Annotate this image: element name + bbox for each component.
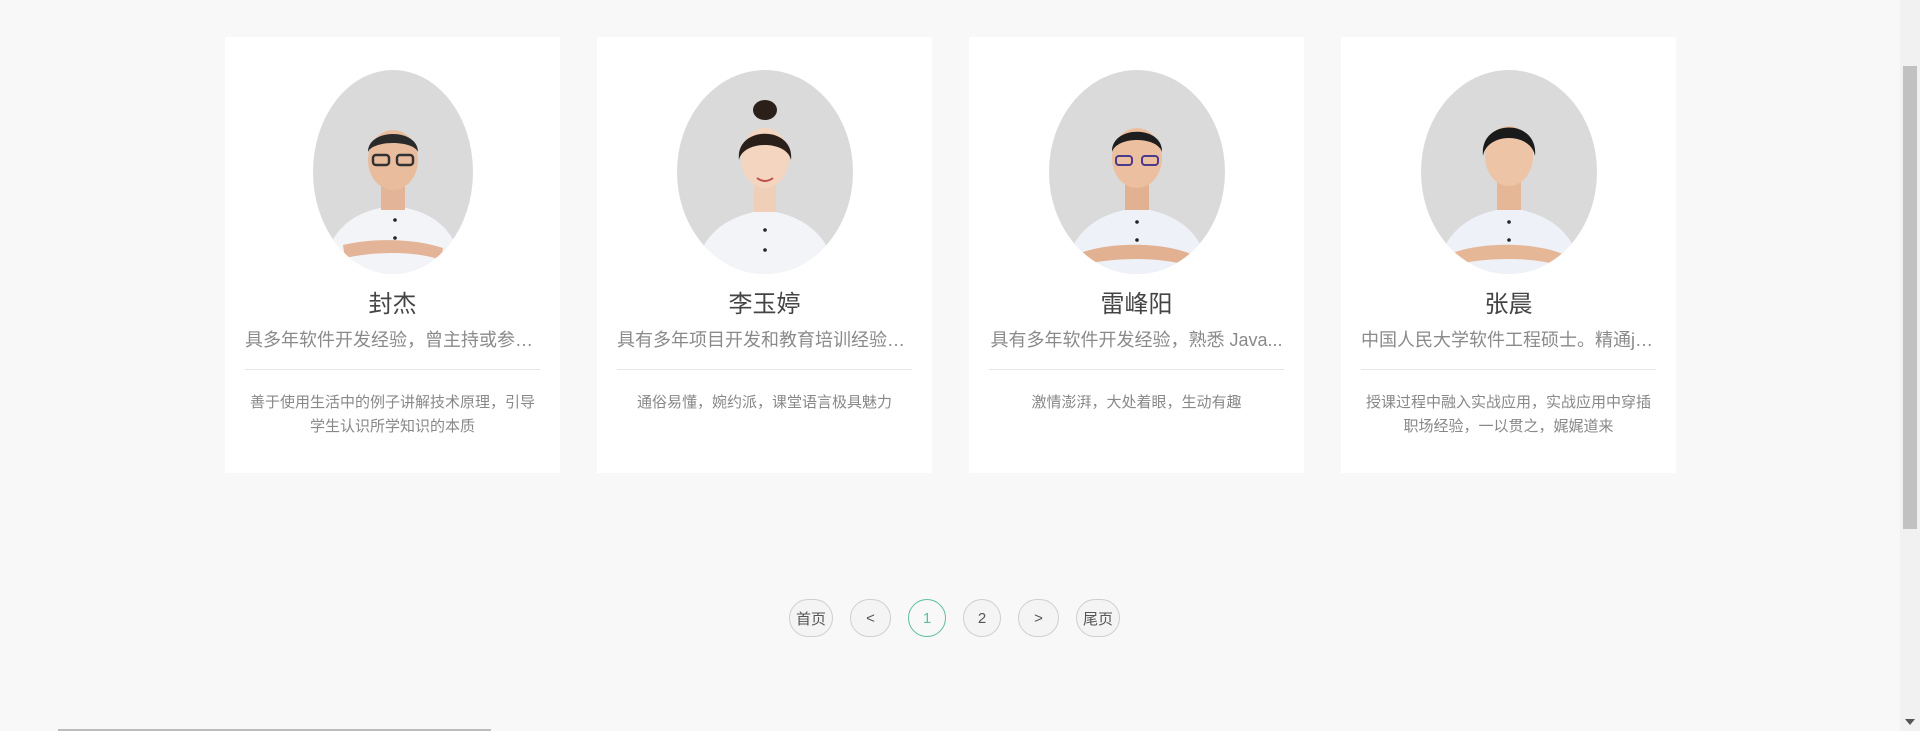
teacher-avatar xyxy=(1048,70,1225,274)
teacher-avatar xyxy=(312,70,473,274)
teacher-name: 李玉婷 xyxy=(728,291,801,318)
teacher-card[interactable]: 封杰 具多年软件开发经验，曾主持或参与... 善于使用生活中的例子讲解技术原理，… xyxy=(225,37,560,473)
teacher-name: 雷峰阳 xyxy=(1100,291,1173,318)
divider xyxy=(1361,369,1656,370)
scroll-down-arrow-icon[interactable] xyxy=(1905,719,1915,725)
divider xyxy=(617,369,912,370)
last-page-button[interactable]: 尾页 xyxy=(1076,599,1121,637)
teacher-title: 具有多年项目开发和教育培训经验，... xyxy=(617,330,912,350)
teacher-card[interactable]: 张晨 中国人民大学软件工程硕士。精通ja... 授课过程中融入实战应用，实战应用… xyxy=(1341,37,1676,473)
teacher-name: 封杰 xyxy=(368,291,417,318)
teacher-title: 具多年软件开发经验，曾主持或参与... xyxy=(245,330,540,350)
teacher-photo-icon xyxy=(1436,126,1581,274)
teacher-description: 激情澎湃，大处着眼，生动有趣 xyxy=(1031,394,1242,411)
teacher-name: 张晨 xyxy=(1484,291,1533,318)
divider xyxy=(989,369,1284,370)
teacher-card[interactable]: 李玉婷 具有多年项目开发和教育培训经验，... 通俗易懂，婉约派，课堂语言极具魅… xyxy=(597,37,932,473)
pagination: 首页 < 1 2 > 尾页 xyxy=(789,599,1121,637)
teacher-cards: 封杰 具多年软件开发经验，曾主持或参与... 善于使用生活中的例子讲解技术原理，… xyxy=(225,37,1676,473)
prev-page-button[interactable]: < xyxy=(850,599,892,637)
divider xyxy=(245,369,540,370)
first-page-button[interactable]: 首页 xyxy=(789,599,834,637)
page-button-1[interactable]: 1 xyxy=(908,599,947,637)
scrollbar-thumb[interactable] xyxy=(1903,66,1917,529)
teacher-photo-icon xyxy=(322,130,463,274)
teacher-photo-icon xyxy=(694,100,835,274)
vertical-scrollbar[interactable] xyxy=(1900,0,1920,731)
teacher-title: 中国人民大学软件工程硕士。精通ja... xyxy=(1361,330,1656,350)
teacher-photo-icon xyxy=(1064,128,1209,274)
teacher-description: 善于使用生活中的例子讲解技术原理，引导学生认识所学知识的本质 xyxy=(249,394,535,435)
teacher-avatar xyxy=(1420,70,1597,274)
next-page-button[interactable]: > xyxy=(1018,599,1060,637)
teacher-description: 授课过程中融入实战应用，实战应用中穿插职场经验，一以贯之，娓娓道来 xyxy=(1365,394,1651,435)
teacher-description: 通俗易懂，婉约派，课堂语言极具魅力 xyxy=(636,394,892,411)
teacher-title: 具有多年软件开发经验，熟悉 Java... xyxy=(990,330,1283,350)
teacher-avatar xyxy=(676,70,853,274)
teacher-card[interactable]: 雷峰阳 具有多年软件开发经验，熟悉 Java... 激情澎湃，大处着眼，生动有趣 xyxy=(969,37,1304,473)
page-button-2[interactable]: 2 xyxy=(963,599,1002,637)
teacher-list-page: 封杰 具多年软件开发经验，曾主持或参与... 善于使用生活中的例子讲解技术原理，… xyxy=(0,0,1920,731)
